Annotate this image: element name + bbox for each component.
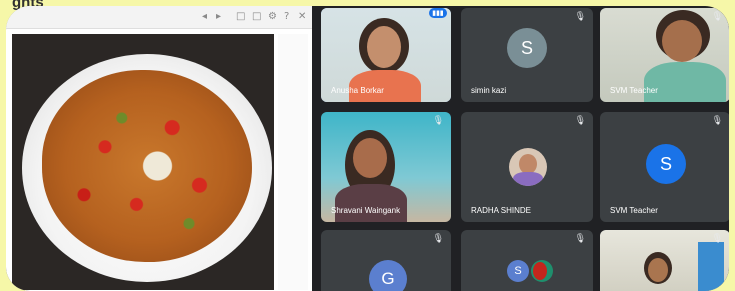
help-icon[interactable]: ? — [284, 11, 289, 22]
food-image — [42, 70, 252, 262]
participant-tile-shravani[interactable]: 🎙 Shravani Waingank — [321, 112, 451, 222]
participant-tile-svm-teacher[interactable]: S 🎙 SVM Teacher — [600, 112, 729, 222]
participant-tile-video-3[interactable]: 🎙 — [600, 230, 729, 291]
participant-tile-simin[interactable]: S 🎙 simin kazi — [461, 8, 593, 102]
window-icon[interactable]: □ — [236, 11, 245, 22]
meeting-window: ◂ ▸ □ □ ⚙ ? ✕ ▮▮▮ Anusha Borkar S 🎙 simi… — [6, 6, 729, 291]
mic-off-icon: 🎙 — [711, 234, 723, 244]
avatar-body — [513, 172, 543, 186]
mic-active-icon: ▮▮▮ — [429, 8, 447, 18]
forward-icon[interactable]: ▸ — [216, 11, 221, 22]
shared-food-photo — [12, 34, 274, 290]
person-face — [662, 20, 702, 62]
mic-off-icon: 🎙 — [574, 116, 586, 126]
avatar: S — [507, 260, 529, 282]
participant-tile-anusha[interactable]: ▮▮▮ Anusha Borkar — [321, 8, 451, 102]
window-icon-2[interactable]: □ — [252, 11, 261, 22]
person-face — [367, 26, 401, 68]
participant-tile-s-group[interactable]: S 🎙 — [461, 230, 593, 291]
person-face — [648, 258, 668, 282]
participant-name: RADHA SHINDE — [471, 206, 532, 215]
mic-off-icon: 🎙 — [432, 234, 444, 244]
participant-tile-radha[interactable]: 🎙 RADHA SHINDE — [461, 112, 593, 222]
mic-off-icon: 🎙 — [711, 116, 723, 126]
participant-name: simin kazi — [471, 86, 507, 95]
participant-tile-g[interactable]: G 🎙 — [321, 230, 451, 291]
avatar: S — [507, 28, 547, 68]
avatar — [509, 148, 547, 186]
mic-off-icon: 🎙 — [432, 116, 444, 126]
back-icon[interactable]: ◂ — [202, 11, 207, 22]
shared-screen-toolbar: ◂ ▸ □ □ ⚙ ? ✕ — [6, 6, 312, 29]
person-face — [353, 138, 387, 178]
avatar: G — [369, 260, 407, 291]
avatar-photo — [531, 260, 553, 282]
participant-name: SVM Teacher — [610, 86, 658, 95]
shared-screen-margin — [278, 34, 308, 290]
mic-off-icon: 🎙 — [574, 12, 586, 22]
mic-off-icon: 🎙 — [574, 234, 586, 244]
participant-tile-svm-teacher-video[interactable]: 🎙 SVM Teacher — [600, 8, 729, 102]
mic-off-icon: 🎙 — [711, 12, 723, 22]
participant-name: Anusha Borkar — [331, 86, 384, 95]
avatar-face — [519, 154, 537, 174]
participant-name: SVM Teacher — [610, 206, 658, 215]
person-body — [644, 62, 726, 102]
background-poster — [698, 242, 724, 291]
avatar: S — [646, 144, 686, 184]
shared-screen: ◂ ▸ □ □ ⚙ ? ✕ — [6, 6, 312, 291]
close-icon[interactable]: ✕ — [298, 11, 306, 22]
person-body — [335, 184, 407, 222]
avatar-photo-detail — [533, 262, 547, 280]
participant-name: Shravani Waingank — [331, 206, 401, 215]
settings-icon[interactable]: ⚙ — [268, 11, 277, 22]
